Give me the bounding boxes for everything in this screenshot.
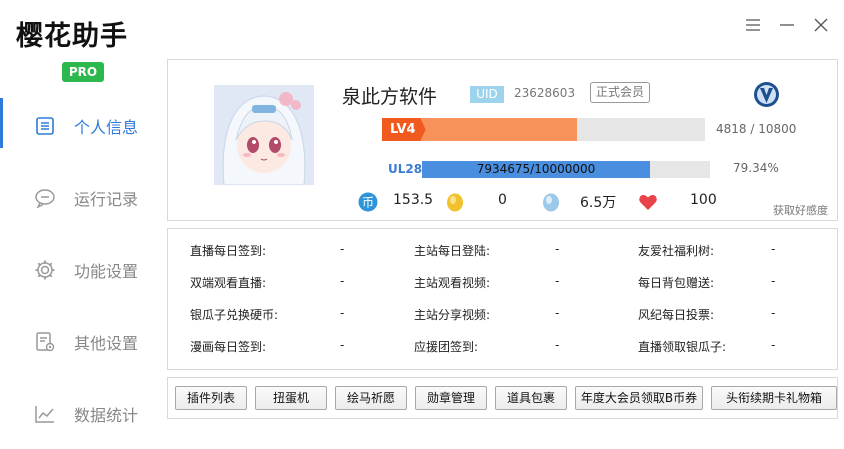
- task-status: -: [340, 242, 345, 256]
- uid-label: UID: [470, 86, 504, 103]
- sidebar-item-label: 数据统计: [74, 406, 139, 425]
- sidebar-item-label: 运行记录: [74, 190, 139, 209]
- task-status: -: [771, 274, 776, 288]
- profile-panel: 泉此方软件 UID 23628603 正式会员 LV4 4818 / 10800…: [167, 59, 838, 221]
- brand-logo-icon: [753, 81, 780, 108]
- heart-icon: [639, 195, 657, 210]
- ul-exp-text: 7934675/10000000: [476, 162, 596, 176]
- coin-value: 153.5: [393, 192, 434, 208]
- hamburger-icon[interactable]: [744, 14, 762, 36]
- medal-manage-button[interactable]: 勋章管理: [415, 386, 487, 410]
- close-icon[interactable]: [812, 14, 830, 36]
- title-renewal-giftbox-button[interactable]: 头衔续期卡礼物箱: [711, 386, 837, 410]
- chat-bubble-icon: [34, 187, 56, 209]
- task-status: -: [555, 338, 560, 352]
- silver-seed-value: 6.5万: [580, 195, 617, 211]
- svg-text:币: 币: [362, 196, 374, 210]
- coin-icon: 币: [358, 192, 378, 212]
- sidebar: 个人信息 运行记录 功能设置 其他设置 数据统计: [0, 90, 160, 449]
- sidebar-item-label: 个人信息: [74, 118, 139, 137]
- sidebar-item-statistics[interactable]: 数据统计: [0, 378, 160, 449]
- plugin-list-button[interactable]: 插件列表: [175, 386, 247, 410]
- heart-value: 100: [690, 192, 717, 208]
- task-status: -: [555, 306, 560, 320]
- window-controls: [744, 14, 830, 36]
- task-status: -: [771, 338, 776, 352]
- task-label: 主站分享视频:: [414, 308, 491, 322]
- level-progress-bar: LV4: [382, 118, 705, 141]
- task-label: 双端观看直播:: [190, 276, 267, 290]
- gold-seed-stat: [445, 191, 465, 213]
- task-status: -: [340, 306, 345, 320]
- gear-icon: [34, 259, 56, 281]
- ul-progress-bar: 7934675/10000000: [422, 161, 710, 178]
- gold-seed-value: 0: [498, 192, 507, 208]
- task-label: 直播每日签到:: [190, 244, 267, 258]
- app-title: 樱花助手: [16, 21, 128, 52]
- ul-label: UL28: [388, 162, 423, 176]
- sidebar-item-label: 功能设置: [74, 262, 139, 281]
- sidebar-item-other-settings[interactable]: 其他设置: [0, 306, 160, 378]
- toolbar: 插件列表 扭蛋机 绘马祈愿 勋章管理 道具包裹 年度大会员领取B币券 头衔续期卡礼物箱: [167, 377, 838, 419]
- task-label: 主站每日登陆:: [414, 244, 491, 258]
- line-chart-icon: [34, 403, 56, 425]
- member-badge: 正式会员: [590, 82, 651, 103]
- gacha-button[interactable]: 扭蛋机: [255, 386, 327, 410]
- get-favor-link[interactable]: 获取好感度: [773, 202, 828, 218]
- level-exp-text: 4818 / 10800: [716, 122, 797, 136]
- task-label: 友爱社福利树:: [638, 244, 715, 258]
- task-status: -: [555, 274, 560, 288]
- pro-badge: PRO: [62, 62, 104, 82]
- task-label: 应援团签到:: [414, 340, 479, 354]
- username: 泉此方软件: [342, 86, 438, 108]
- task-label: 风纪每日投票:: [638, 308, 715, 322]
- gold-seed-icon: [447, 193, 463, 212]
- sidebar-item-label: 其他设置: [74, 334, 139, 353]
- task-label: 主站观看视频:: [414, 276, 491, 290]
- task-status: -: [771, 306, 776, 320]
- avatar[interactable]: [214, 85, 314, 185]
- task-status: -: [771, 242, 776, 256]
- heart-stat: [638, 191, 658, 213]
- task-status: -: [555, 242, 560, 256]
- level-label: LV4: [382, 118, 426, 141]
- ul-percent: 79.34%: [733, 161, 779, 175]
- task-label: 直播领取银瓜子:: [638, 340, 727, 354]
- task-status: -: [340, 274, 345, 288]
- silver-seed-stat: [541, 191, 561, 213]
- ema-wish-button[interactable]: 绘马祈愿: [335, 386, 407, 410]
- daily-tasks-panel: 直播每日签到: - 主站每日登陆: - 友爱社福利树: - 双端观看直播: - 主站观看视频: -…: [167, 228, 838, 370]
- document-list-icon: [34, 115, 56, 137]
- sidebar-item-run-log[interactable]: 运行记录: [0, 162, 160, 234]
- silver-seed-icon: [543, 193, 559, 212]
- minimize-icon[interactable]: [778, 14, 796, 36]
- task-label: 每日背包赠送:: [638, 276, 715, 290]
- item-package-button[interactable]: 道具包裹: [495, 386, 567, 410]
- sidebar-item-profile[interactable]: 个人信息: [0, 90, 160, 162]
- task-label: 银瓜子兑换硬币:: [190, 308, 279, 322]
- coin-stat: 币: [358, 191, 378, 213]
- task-status: -: [340, 338, 345, 352]
- uid-value: 23628603: [514, 86, 576, 100]
- settings-document-icon: [34, 331, 56, 353]
- annual-vip-coupon-button[interactable]: 年度大会员领取B币券: [575, 386, 703, 410]
- sidebar-item-function-settings[interactable]: 功能设置: [0, 234, 160, 306]
- task-label: 漫画每日签到:: [190, 340, 267, 354]
